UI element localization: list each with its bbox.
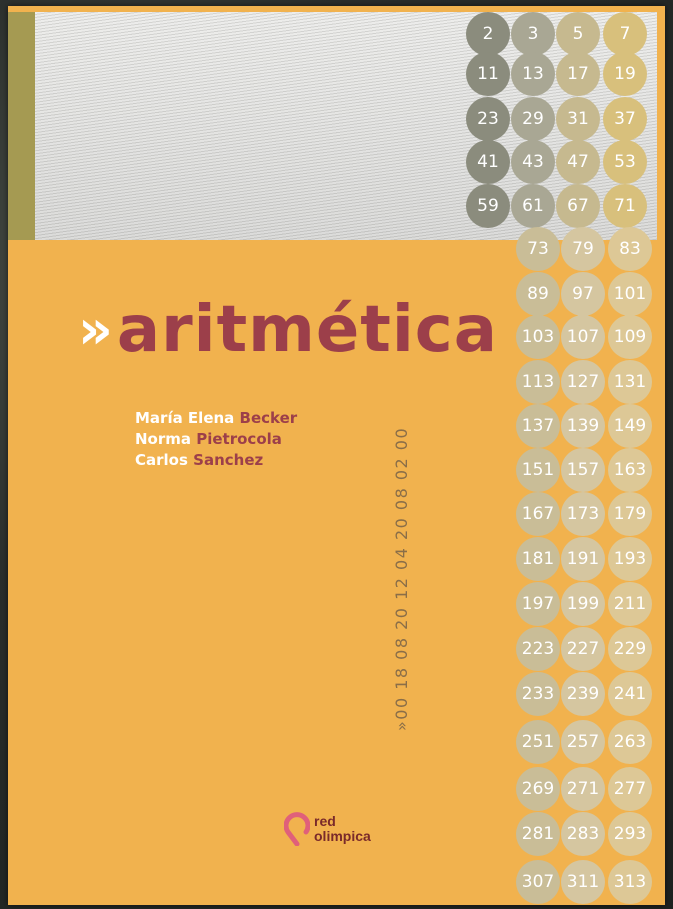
prime-circle: 59: [466, 184, 510, 228]
prime-circle: 43: [511, 140, 555, 184]
prime-circle: 101: [608, 272, 652, 316]
prime-circle: 283: [561, 812, 605, 856]
prime-circle: 149: [608, 404, 652, 448]
prime-circle: 113: [516, 360, 560, 404]
prime-circle: 131: [608, 360, 652, 404]
prime-circle: 71: [603, 184, 647, 228]
book-cover: 2 3 5 7 11 13 17 19 23 29 31 37 41 43 47 53 59 61 67 71 73 79…: [8, 6, 665, 905]
prime-circle: 263: [608, 720, 652, 764]
prime-circle: 271: [561, 767, 605, 811]
prime-circle: 257: [561, 720, 605, 764]
prime-circle: 181: [516, 537, 560, 581]
prime-circle: 163: [608, 448, 652, 492]
prime-circle: 241: [608, 672, 652, 716]
prime-circle: 61: [511, 184, 555, 228]
prime-circle: 137: [516, 404, 560, 448]
prime-circle: 311: [561, 860, 605, 904]
prime-circle: 229: [608, 627, 652, 671]
prime-circle: 173: [561, 492, 605, 536]
prime-circle: 197: [516, 582, 560, 626]
prime-circle: 191: [561, 537, 605, 581]
prime-circle: 89: [516, 272, 560, 316]
prime-circle: 293: [608, 812, 652, 856]
prime-circle: 107: [561, 315, 605, 359]
prime-circle: 13: [511, 52, 555, 96]
prime-circle: 227: [561, 627, 605, 671]
prime-circle: 17: [556, 52, 600, 96]
prime-circle: 79: [561, 227, 605, 271]
title: » aritmética: [78, 298, 498, 362]
publisher-logo: red olimpica: [284, 812, 371, 846]
prime-circle: 19: [603, 52, 647, 96]
prime-circle: 269: [516, 767, 560, 811]
author: Norma Pietrocola: [135, 430, 282, 448]
prime-circle: 199: [561, 582, 605, 626]
prime-circle: 233: [516, 672, 560, 716]
chevron-icon: »: [78, 298, 113, 361]
prime-circle: 179: [608, 492, 652, 536]
prime-circle: 281: [516, 812, 560, 856]
prime-circle: 3: [511, 12, 555, 56]
prime-circle: 223: [516, 627, 560, 671]
prime-circle: 239: [561, 672, 605, 716]
vertical-code: »00 18 08 20 12 04 20 08 02 00: [392, 426, 411, 731]
prime-circle: 127: [561, 360, 605, 404]
prime-circle: 103: [516, 315, 560, 359]
prime-circle: 211: [608, 582, 652, 626]
author: María Elena Becker: [135, 409, 298, 427]
authors: María Elena Becker Norma Pietrocola Carl…: [135, 408, 297, 471]
prime-circle: 29: [511, 97, 555, 141]
prime-circle: 47: [556, 140, 600, 184]
prime-circle: 31: [556, 97, 600, 141]
prime-circle: 151: [516, 448, 560, 492]
prime-circle: 83: [608, 227, 652, 271]
prime-circle: 157: [561, 448, 605, 492]
prime-circle: 67: [556, 184, 600, 228]
prime-circle: 11: [466, 52, 510, 96]
prime-circle: 307: [516, 860, 560, 904]
prime-circle: 167: [516, 492, 560, 536]
prime-circle: 2: [466, 12, 510, 56]
prime-circle: 313: [608, 860, 652, 904]
title-text: aritmética: [116, 293, 498, 367]
prime-circle: 7: [603, 12, 647, 56]
prime-circle: 139: [561, 404, 605, 448]
prime-circle: 193: [608, 537, 652, 581]
prime-circle: 109: [608, 315, 652, 359]
prime-circle: 23: [466, 97, 510, 141]
side-strip: [8, 12, 35, 240]
publisher-logo-icon: [284, 812, 310, 846]
prime-circle: 97: [561, 272, 605, 316]
prime-circle: 41: [466, 140, 510, 184]
prime-circle: 251: [516, 720, 560, 764]
prime-circle: 53: [603, 140, 647, 184]
prime-circle: 37: [603, 97, 647, 141]
prime-circle: 5: [556, 12, 600, 56]
author: Carlos Sanchez: [135, 451, 264, 469]
prime-circle: 277: [608, 767, 652, 811]
prime-circle: 73: [516, 227, 560, 271]
